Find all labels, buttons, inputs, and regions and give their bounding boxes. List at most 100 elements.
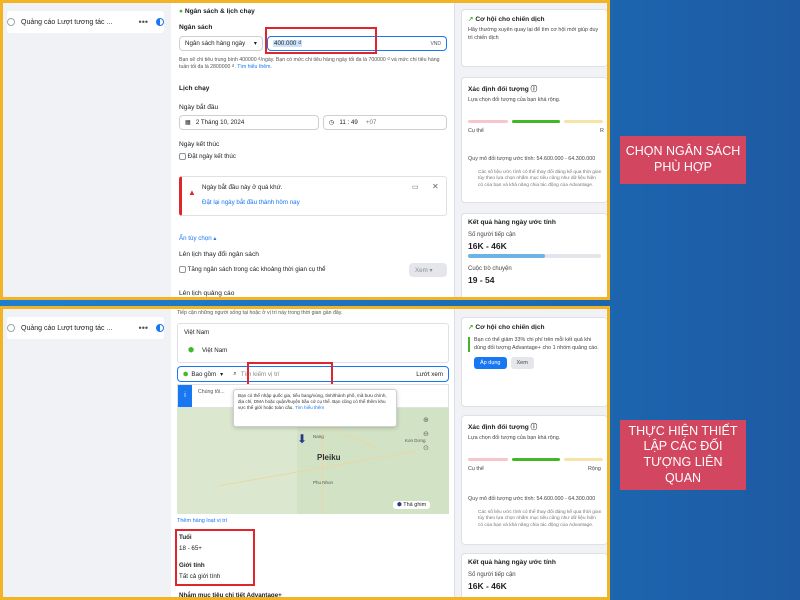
age-gender-highlight <box>175 529 255 586</box>
budget-label: Ngân sách <box>179 24 213 31</box>
reset-start-date-link[interactable]: Đặt lại ngày bắt đầu thành hôm nay <box>202 199 300 206</box>
check-circle-icon: ● <box>179 8 183 15</box>
include-select[interactable]: Bao gồm <box>191 371 216 378</box>
campaign-sidebar: Quảng cáo Lượt tương tác ... ••• <box>3 3 168 297</box>
drop-pin-button[interactable]: ⬢ Thả ghim <box>393 501 431 509</box>
budget-type-select[interactable]: Ngân sách hàng ngày ▾ <box>179 36 263 51</box>
hide-options-link[interactable]: Ẩn tùy chọn ▴ <box>179 235 217 242</box>
opportunity-card: ↗ Cơ hội cho chiến dịch Bạn có thể giảm … <box>461 317 607 407</box>
location-pin-icon: ⬢ <box>188 347 195 354</box>
chevron-down-icon: ▾ <box>253 40 257 47</box>
start-date-input[interactable]: ▦ 2 Tháng 10, 2024 <box>179 115 319 130</box>
timezone-value: +07 <box>365 119 377 126</box>
audience-disclaimer: Các số liệu ước tính có thể thay đổi đán… <box>478 510 602 528</box>
audience-text: Lựa chọn đối tượng của bạn khá rộng. <box>468 435 561 441</box>
audience-card: Xác định đối tượng ⓘ Lựa chọn đối tượng … <box>461 415 607 545</box>
results-card: Kết quả hàng ngày ước tính Số người tiếp… <box>461 553 607 597</box>
sparkle-icon: ↗ <box>468 16 474 23</box>
more-icon[interactable]: ••• <box>139 17 148 27</box>
audience-bar-fit <box>512 458 560 461</box>
budget-schedule-label: Lên lịch thay đổi ngân sách <box>179 251 259 258</box>
info-icon: ⓘ <box>530 86 538 93</box>
budget-note: Bạn sẽ chi tiêu trung bình 400000 ₫/ngày… <box>179 57 440 71</box>
budget-schedule-checkbox-label: Tăng ngân sách trong các khoảng thời gia… <box>187 266 326 274</box>
results-card: Kết quả hàng ngày ước tính Số người tiếp… <box>461 213 607 297</box>
audience-title: Xác định đối tượng <box>468 86 529 93</box>
info-icon: ⓘ <box>530 424 538 431</box>
currency-label: VND <box>430 40 441 47</box>
zoom-out-icon[interactable]: ⊖ <box>423 430 429 438</box>
map-place-label: Phu Nhon <box>313 480 334 485</box>
browse-link[interactable]: Lướt xem <box>416 371 443 378</box>
audience-card: Xác định đối tượng ⓘ Lựa chọn đối tượng … <box>461 77 607 203</box>
view-button[interactable]: Xem ▾ <box>409 263 447 277</box>
audience-size: Quy mô đối tượng ước tính: 54.600.000 - … <box>468 496 596 502</box>
search-icon: ⌕ <box>233 370 237 377</box>
campaign-row-2[interactable]: Quảng cáo Lượt tương tác ... ••• <box>7 317 164 339</box>
start-time-input[interactable]: ◷ 11 : 49 +07 <box>323 115 447 130</box>
zoom-in-icon[interactable]: ⊕ <box>423 416 429 424</box>
audience-broad-label: Rộng <box>588 466 601 472</box>
learn-more-link[interactable]: Tìm hiểu thêm. <box>237 64 272 70</box>
opportunity-text: Hãy thường xuyên quay lại để tìm cơ hội … <box>468 27 599 41</box>
budget-form: ● Ngân sách & lịch chạy Ngân sách Ngân s… <box>171 3 455 297</box>
sparkle-icon: ↗ <box>468 324 474 331</box>
campaign-sidebar-2: Quảng cáo Lượt tương tác ... ••• <box>3 309 168 597</box>
schedule-label: Lịch chạy <box>179 85 210 92</box>
audience-size: Quy mô đối tượng ước tính: 54.600.000 - … <box>468 156 596 162</box>
audience-form: Tiếp cận những người sống tại hoặc ở vị … <box>171 309 455 597</box>
budget-schedule-row[interactable]: Tăng ngân sách trong các khoảng thời gia… <box>179 266 325 273</box>
campaign-toggle-icon[interactable] <box>156 18 164 26</box>
audience-bar-broad <box>564 120 603 123</box>
info-banner-text: Chúng tôi... <box>198 389 225 395</box>
map-city-label: Pleiku <box>317 453 341 462</box>
reach-value: 16K - 46K <box>468 581 507 591</box>
tooltip-learn-more-link[interactable]: Tìm hiểu thêm <box>295 405 324 410</box>
selected-country[interactable]: Việt Nam <box>202 347 227 354</box>
audience-bar-broad <box>564 458 603 461</box>
audience-specific-label: Cụ thể <box>468 128 484 134</box>
ad-schedule-label: Lên lịch quảng cáo <box>179 290 235 297</box>
opportunity-title: Cơ hội cho chiến dịch <box>475 16 545 23</box>
location-box: Việt Nam ⬢ Việt Nam <box>177 323 449 363</box>
search-tooltip: Bạn có thể nhập quốc gia, tiểu bang/vùng… <box>233 389 397 427</box>
map-pin-icon[interactable]: ⬇ <box>297 432 307 446</box>
apply-button[interactable]: Áp dụng <box>474 357 507 370</box>
budget-highlight-box <box>265 27 377 54</box>
calendar-icon: ▦ <box>185 119 191 126</box>
end-date-checkbox[interactable] <box>179 153 186 160</box>
opportunity-text: Bạn có thể giảm 33% chi phí trên mỗi kết… <box>468 337 601 353</box>
view-opportunity-button[interactable]: Xem <box>510 357 534 370</box>
more-icon[interactable]: ••• <box>139 323 148 333</box>
country-label: Việt Nam <box>184 329 210 336</box>
locate-icon[interactable]: ⊙ <box>423 444 429 452</box>
campaign-toggle-icon[interactable] <box>156 324 164 332</box>
campaign-name: Quảng cáo Lượt tương tác ... <box>21 324 113 332</box>
end-date-checkbox-row[interactable]: Đặt ngày kết thúc <box>179 153 236 160</box>
feedback-icon[interactable]: ▭ <box>412 183 419 191</box>
include-pin-icon: ⬢ <box>183 370 189 378</box>
advantage-targeting-label: Nhắm mục tiêu chi tiết Advantage+ <box>179 592 282 599</box>
close-icon[interactable]: ✕ <box>432 182 439 191</box>
clock-icon: ◷ <box>329 119 335 126</box>
opportunity-card: ↗ Cơ hội cho chiến dịch Hãy thường xuyên… <box>461 9 607 67</box>
start-date-value: 2 Tháng 10, 2024 <box>195 119 245 126</box>
start-date-label: Ngày bắt đầu <box>179 104 219 111</box>
bulk-add-locations-link[interactable]: Thêm hàng loạt vị trí <box>177 518 227 524</box>
warning-box: ▲ Ngày bắt đầu này ở quá khứ. Đặt lại ng… <box>179 176 447 216</box>
warning-title: Ngày bắt đầu này ở quá khứ. <box>202 184 283 191</box>
campaign-name: Quảng cáo Lượt tương tác ... <box>21 18 113 26</box>
audience-title: Xác định đối tượng <box>468 424 529 431</box>
audience-bar-fit <box>512 120 560 123</box>
audience-callout: THỰC HIỆN THIẾT LẬP CÁC ĐỐI TƯỢNG LIÊN Q… <box>620 420 746 490</box>
audience-specific-label: Cụ thể <box>468 466 484 472</box>
section-title: ● Ngân sách & lịch chạy <box>179 8 255 15</box>
budget-schedule-checkbox[interactable] <box>179 266 186 273</box>
opportunity-title: Cơ hội cho chiến dịch <box>475 324 545 331</box>
campaign-insights-column-2: ↗ Cơ hội cho chiến dịch Bạn có thể giảm … <box>458 309 607 597</box>
campaign-status-icon <box>7 18 15 26</box>
campaign-row[interactable]: Quảng cáo Lượt tương tác ... ••• <box>7 11 164 33</box>
audience-bar-specific <box>468 120 508 123</box>
results-title: Kết quả hàng ngày ước tính <box>468 559 556 566</box>
conversations-value: 19 - 54 <box>468 275 495 285</box>
